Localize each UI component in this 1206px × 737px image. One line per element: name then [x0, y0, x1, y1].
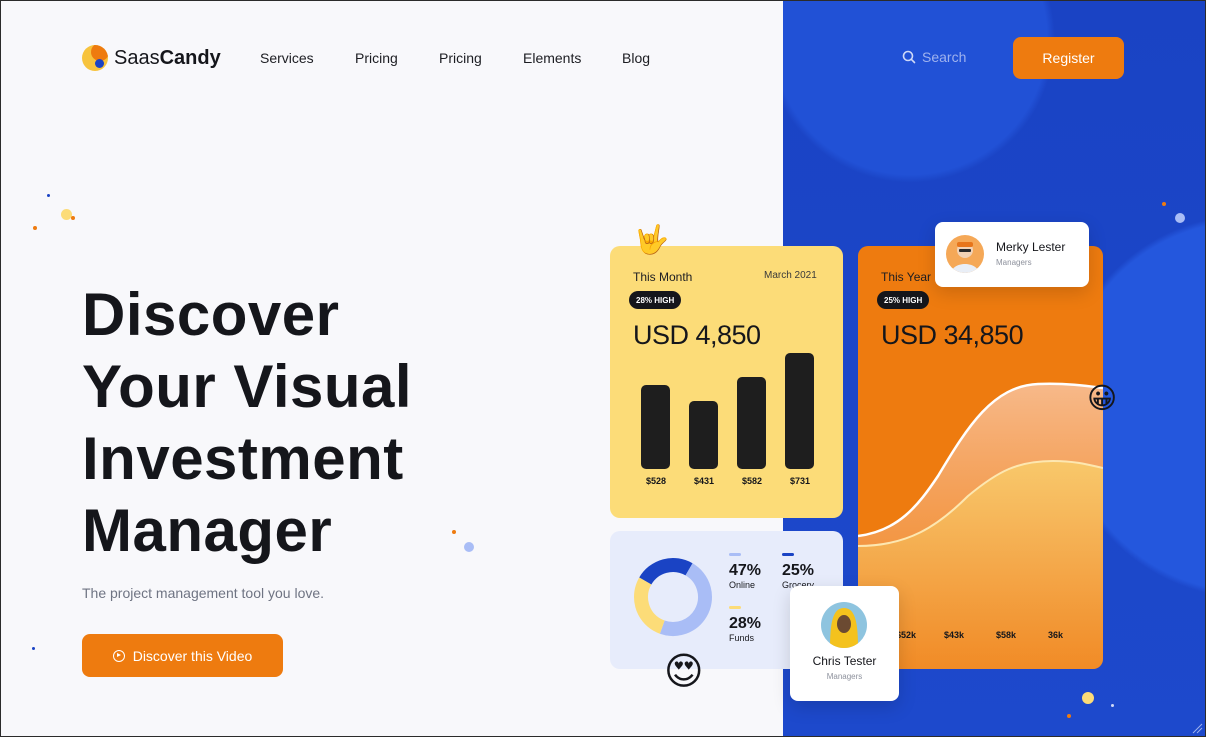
month-bar-label: $582	[741, 476, 763, 486]
profile-card-chris[interactable]: Chris Tester Managers	[790, 586, 899, 701]
decor-dot	[1082, 692, 1094, 704]
hero-subtitle: The project management tool you love.	[82, 585, 325, 601]
profile-merky-name: Merky Lester	[996, 240, 1066, 254]
person-icon	[951, 242, 979, 273]
month-amount: USD 4,850	[633, 320, 761, 350]
month-bar	[785, 353, 814, 469]
profile-chris-name: Chris Tester	[812, 654, 877, 668]
legend-online-pct: 47%	[729, 562, 762, 579]
logo-icon	[82, 45, 108, 71]
legend-online-name: Online	[729, 580, 756, 590]
nav-services[interactable]: Services	[260, 50, 314, 66]
resize-grip-icon[interactable]	[1191, 722, 1203, 734]
month-bar	[737, 377, 766, 469]
brand-name-light: Saas	[114, 46, 160, 69]
search-field[interactable]: Search	[902, 49, 966, 65]
discover-video-label: Discover this Video	[132, 647, 253, 664]
search-placeholder: Search	[922, 49, 967, 65]
legend-funds-pct: 28%	[729, 615, 762, 632]
legend-swatch-funds	[729, 606, 741, 609]
decor-dot	[32, 647, 35, 650]
page: SaasCandy Services Pricing Pricing Eleme…	[0, 0, 1206, 737]
decor-dot	[33, 226, 37, 230]
legend-funds: 28% Funds	[729, 606, 761, 643]
month-bar-label: $731	[789, 476, 811, 486]
play-icon	[112, 649, 125, 662]
legend-swatch-grocery	[782, 553, 794, 556]
spending-donut-chart	[634, 558, 712, 636]
month-card-label: This Month	[633, 270, 693, 284]
hero-title-line-2: Your Visual	[82, 353, 413, 420]
decor-dot	[452, 530, 456, 534]
decor-dot	[1111, 704, 1114, 707]
legend-swatch-online	[729, 553, 741, 556]
discover-video-button[interactable]: Discover this Video	[82, 634, 283, 677]
person-icon	[830, 608, 858, 648]
legend-grocery: 25% Grocery	[782, 553, 814, 590]
hero-title: Discover Your Visual Investment Manager	[82, 279, 502, 567]
month-growth-badge: 28% HIGH	[629, 291, 682, 309]
rock-hand-emoji-icon: 🤟	[634, 223, 669, 256]
legend-funds-name: Funds	[729, 633, 755, 643]
register-button[interactable]: Register	[1013, 37, 1124, 79]
year-tick-4: 36k	[1048, 630, 1064, 640]
profile-merky-role: Managers	[996, 258, 1032, 267]
avatar-merky	[946, 235, 984, 273]
nav-pricing[interactable]: Pricing	[355, 50, 398, 66]
month-bar-label: $528	[645, 476, 667, 486]
year-tick-3: $58k	[996, 630, 1017, 640]
decor-dot	[464, 542, 474, 552]
decor-dot	[1162, 202, 1166, 206]
decor-dot	[1067, 714, 1071, 718]
legend-online: 47% Online	[729, 553, 761, 590]
brand-name-bold: Candy	[159, 46, 221, 69]
profile-card-merky[interactable]: Merky Lester Managers	[935, 222, 1089, 287]
legend-grocery-pct: 25%	[782, 562, 815, 579]
hero-title-line-4: Manager	[82, 497, 333, 564]
nav-blog[interactable]: Blog	[622, 50, 650, 66]
month-bar-label: $431	[693, 476, 715, 486]
nav-elements[interactable]: Elements	[523, 50, 581, 66]
avatar-chris	[821, 602, 867, 648]
nav-pricing-2[interactable]: Pricing	[439, 50, 482, 66]
hero-title-line-3: Investment	[82, 425, 404, 492]
grinning-emoji-icon: 😀	[1087, 381, 1118, 415]
month-card-date: March 2021	[764, 270, 817, 281]
month-stats-card: This Month March 2021 28% HIGH USD 4,850…	[610, 246, 843, 518]
decor-dot	[1175, 213, 1185, 223]
search-icon	[902, 50, 916, 64]
decor-dot	[47, 194, 50, 197]
profile-chris-role: Managers	[826, 672, 863, 681]
brand-logo[interactable]: SaasCandy	[82, 45, 221, 71]
heart-eyes-emoji-icon: 😍	[664, 649, 704, 693]
month-bar	[689, 401, 718, 469]
year-tick-2: $43k	[944, 630, 965, 640]
month-bar	[641, 385, 670, 469]
year-tick-1: $52k	[896, 630, 917, 640]
brand-name: SaasCandy	[114, 47, 221, 70]
decor-dot	[71, 216, 75, 220]
hero-title-line-1: Discover	[82, 281, 340, 348]
